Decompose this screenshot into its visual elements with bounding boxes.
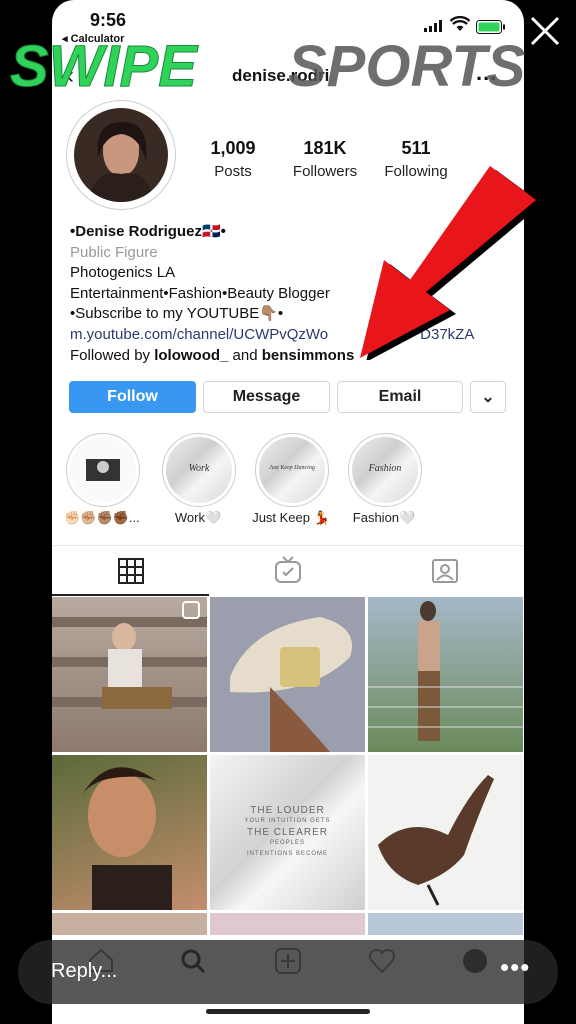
highlight-4[interactable]: Fashion: [348, 433, 422, 507]
profile-tabs: [52, 545, 524, 596]
back-chevron-icon[interactable]: ‹: [66, 62, 74, 90]
back-to-app-link[interactable]: ◂ Calculator: [62, 32, 124, 45]
follow-button[interactable]: Follow: [69, 381, 196, 413]
post-image: [230, 617, 352, 752]
post-image: [52, 601, 207, 709]
highlight-2-label: Work🤍: [174, 510, 222, 525]
highlight-2-cover: Work: [166, 437, 232, 503]
highlight-4-cover-text: Fashion: [368, 463, 402, 474]
post-image: [82, 767, 172, 910]
follower-link-a[interactable]: lolowood_: [154, 347, 228, 364]
highlight-3[interactable]: Just Keep Dancing: [255, 433, 329, 507]
highlight-1-image: [86, 459, 120, 481]
post-thumbnail[interactable]: [368, 755, 523, 910]
post-thumbnail[interactable]: [210, 913, 365, 935]
post-thumbnail[interactable]: [52, 913, 207, 935]
highlight-3-cover-text: Just Keep Dancing: [269, 465, 315, 471]
avatar-image: [88, 121, 154, 202]
quote-line: INTENTIONS BECOME: [246, 851, 328, 857]
grid-view-icon[interactable]: [118, 558, 144, 584]
highlight-1-cover: [70, 437, 136, 503]
posts-stat[interactable]: 1,009 Posts: [188, 138, 278, 180]
post-thumbnail[interactable]: [368, 913, 523, 935]
highlight-2-cover-text: Work: [188, 463, 210, 474]
posts-label: Posts: [214, 163, 252, 180]
post-thumbnail[interactable]: [210, 597, 365, 752]
post-thumbnail[interactable]: [368, 597, 523, 752]
highlight-3-cover: Just Keep Dancing: [259, 437, 325, 503]
quote-line: THE CLEARER: [246, 827, 328, 838]
signal-icon: [424, 20, 442, 32]
close-icon[interactable]: [528, 14, 562, 48]
post-image: [368, 601, 523, 741]
followed-by-prefix: Followed by: [70, 346, 155, 364]
tagged-photos-icon[interactable]: [432, 556, 458, 584]
igtv-icon[interactable]: [275, 556, 301, 584]
highlight-4-label: Fashion🤍: [352, 510, 416, 525]
post-quote: THE LOUDER YOUR INTUITION GETS THE CLEAR…: [210, 805, 365, 860]
battery-icon: [476, 20, 505, 34]
quote-line: PEOPLES: [269, 840, 305, 846]
red-arrow-annotation: [360, 166, 540, 360]
reply-bar[interactable]: Reply... •••: [18, 940, 558, 1004]
highlight-1-label: ✊🏻✊🏼✊🏽✊🏾...: [64, 510, 140, 525]
post-image: [378, 775, 494, 906]
message-button[interactable]: Message: [203, 381, 330, 413]
profile-link-text[interactable]: m.youtube.com/channel/UCWPvQzWo: [70, 326, 328, 343]
profile-top-nav: ‹ denise.rodri ...: [52, 54, 524, 96]
post-thumbnail[interactable]: THE LOUDER YOUR INTUITION GETS THE CLEAR…: [210, 755, 365, 910]
reply-more-icon[interactable]: •••: [500, 952, 530, 983]
quote-line: THE LOUDER: [250, 805, 325, 816]
profile-username: denise.rodri: [232, 66, 330, 85]
highlight-3-label: Just Keep 💃: [252, 510, 330, 525]
more-options-icon[interactable]: ...: [476, 60, 497, 86]
followers-count: 181K: [303, 138, 347, 158]
home-indicator: [206, 1009, 370, 1014]
wifi-icon: [450, 16, 470, 31]
post-thumbnail[interactable]: [52, 597, 207, 752]
highlight-1[interactable]: [66, 433, 140, 507]
following-count: 511: [401, 138, 431, 158]
highlight-4-cover: Fashion: [352, 437, 418, 503]
status-bar: 9:56 ◂ Calculator: [52, 0, 524, 46]
posts-count: 1,009: [210, 138, 256, 158]
status-time: 9:56: [90, 10, 127, 30]
profile-name: •Denise Rodriguez🇩🇴•: [70, 223, 226, 240]
email-button[interactable]: Email: [337, 381, 463, 413]
instagram-screen: 9:56 ◂ Calculator ‹ denise.rodri ... 1,0…: [52, 0, 524, 1024]
post-thumbnail[interactable]: [52, 755, 207, 910]
highlight-2[interactable]: Work: [162, 433, 236, 507]
followed-by-and: and: [228, 346, 262, 364]
quote-line: YOUR INTUITION GETS: [244, 818, 331, 824]
reply-input[interactable]: Reply...: [51, 960, 117, 983]
suggested-dropdown-button[interactable]: ⌄: [470, 381, 506, 413]
avatar[interactable]: [74, 108, 168, 202]
active-tab-indicator: [52, 594, 209, 596]
